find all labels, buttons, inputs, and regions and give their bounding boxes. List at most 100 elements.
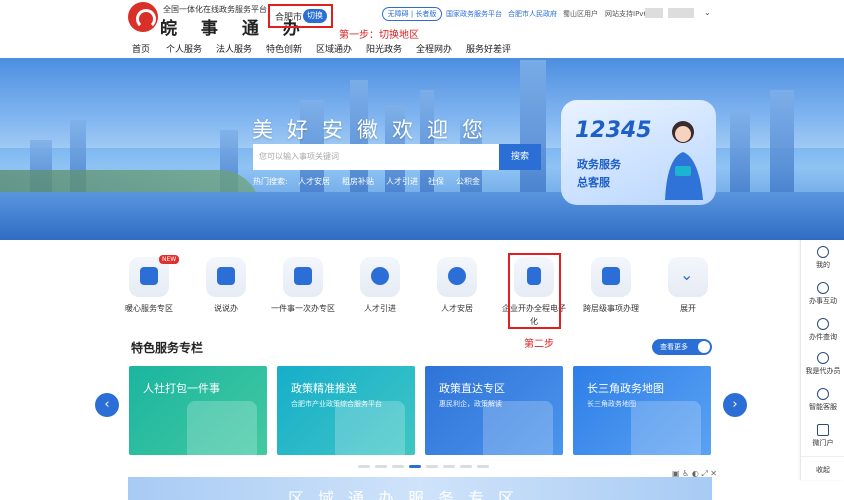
sidebar-label: 办件查询 <box>809 333 837 341</box>
monitor-icon <box>817 424 829 436</box>
service-label[interactable]: 跨层级事项办理 <box>576 302 646 315</box>
city-switch-button[interactable]: 切换 <box>303 9 327 23</box>
feature-card-title: 政策精准推送 <box>291 382 357 395</box>
right-sidebar: 我的 办事互动 办件查询 我是代办员 智能客服 微门户 收起 <box>800 240 844 480</box>
carousel-next-icon[interactable]: › <box>723 393 747 417</box>
carousel-dot[interactable] <box>392 465 404 468</box>
hot-search-word[interactable]: 人才安居 <box>298 176 330 187</box>
feature-card[interactable]: 人社打包一件事 <box>129 366 267 455</box>
query-icon <box>817 318 829 330</box>
nav-corporate[interactable]: 法人服务 <box>216 42 252 55</box>
nav-personal[interactable]: 个人服务 <box>166 42 202 55</box>
service-housing[interactable] <box>437 257 481 301</box>
feature-card[interactable]: 政策直达专区 惠民利企，政策解读 <box>425 366 563 455</box>
sidebar-label: 智能客服 <box>809 403 837 411</box>
ipv6-note: 网站支持IPv6 <box>605 10 648 18</box>
sidebar-item-mine[interactable]: 我的 <box>801 242 844 276</box>
chevron-down-icon[interactable]: ⌄ <box>704 8 711 17</box>
nav-innovation[interactable]: 特色创新 <box>266 42 302 55</box>
skyline-building <box>520 60 546 200</box>
speak-icon <box>206 257 246 297</box>
sidebar-label: 我是代办员 <box>805 367 841 375</box>
agent-icon <box>817 352 829 364</box>
search-input[interactable]: 您可以输入事项关键词 <box>253 144 499 170</box>
user-info-masked <box>645 8 663 18</box>
person-desk-icon <box>483 401 553 455</box>
carousel-dot[interactable] <box>477 465 489 468</box>
nav-rating[interactable]: 服务好差评 <box>466 42 511 55</box>
user-icon <box>817 246 829 258</box>
feature-card[interactable]: 长三角政务地图 长三角政务地图 <box>573 366 711 455</box>
carousel-dot[interactable] <box>443 465 455 468</box>
logo-icon[interactable] <box>128 2 158 32</box>
carousel-dot[interactable] <box>358 465 370 468</box>
one-thing-icon <box>283 257 323 297</box>
carousel-dot[interactable] <box>460 465 472 468</box>
carousel-dot[interactable] <box>375 465 387 468</box>
user-district[interactable]: 蜀山区用户 <box>563 9 598 19</box>
nav-online[interactable]: 全程网办 <box>416 42 452 55</box>
service-label[interactable]: 一件事一次办专区 <box>268 302 338 315</box>
service-label[interactable]: 人才安居 <box>422 302 492 315</box>
service-label[interactable]: 展开 <box>653 302 723 315</box>
sidebar-label: 我的 <box>816 261 830 269</box>
hotline-label-2: 总客服 <box>577 176 610 189</box>
nav-regional[interactable]: 区域通办 <box>316 42 352 55</box>
feature-card-title: 政策直达专区 <box>439 382 505 395</box>
carousel-dot[interactable] <box>409 465 421 468</box>
hot-search-word[interactable]: 公积金 <box>456 176 480 187</box>
step1-annotation: 第一步：切换地区 <box>339 30 419 41</box>
feature-card[interactable]: 政策精准推送 合肥市产业政策综合服务平台 <box>277 366 415 455</box>
service-label[interactable]: 说说办 <box>191 302 261 315</box>
service-one-thing[interactable] <box>283 257 327 301</box>
feature-card-sub: 长三角政务地图 <box>587 400 636 408</box>
sidebar-item-micro-portal[interactable]: 微门户 <box>801 420 844 454</box>
service-label[interactable]: 暖心服务专区 <box>114 302 184 315</box>
nav-home[interactable]: 首页 <box>132 42 150 55</box>
sidebar-item-interact[interactable]: 办事互动 <box>801 278 844 312</box>
service-talent[interactable] <box>360 257 404 301</box>
service-expand[interactable]: ⌄ <box>668 257 712 301</box>
city-selector[interactable]: 合肥市 切换 <box>268 4 333 28</box>
feature-card-title: 人社打包一件事 <box>143 382 220 395</box>
carousel-prev-icon[interactable]: ‹ <box>95 393 119 417</box>
search-button[interactable]: 搜索 <box>499 144 541 170</box>
hotline-12345-card[interactable]: 12345 政务服务 总客服 <box>561 100 716 205</box>
customer-service-agent-icon <box>665 121 703 200</box>
housing-bulb-icon <box>437 257 477 297</box>
hot-search-word[interactable]: 租房补贴 <box>342 176 374 187</box>
sidebar-item-query[interactable]: 办件查询 <box>801 314 844 348</box>
header: 全国一体化在线政务服务平台 皖 事 通 办 合肥市 切换 第一步：切换地区 无障… <box>0 0 844 41</box>
hot-search-word[interactable]: 社保 <box>428 176 444 187</box>
sidebar-item-agent[interactable]: 我是代办员 <box>801 348 844 382</box>
step2-highlight <box>508 253 561 329</box>
feature-card-title: 长三角政务地图 <box>587 382 664 395</box>
map-building-icon <box>631 401 701 455</box>
sidebar-label: 收起 <box>816 466 830 474</box>
regional-banner[interactable]: 区域通办服务专区 <box>128 477 712 500</box>
link-national-platform[interactable]: 国家政务服务平台 <box>446 9 502 19</box>
nav-sunshine[interactable]: 阳光政务 <box>366 42 402 55</box>
city-name: 合肥市 <box>275 13 303 23</box>
sidebar-label: 办事互动 <box>809 297 837 305</box>
skyline-building <box>770 90 794 200</box>
page: 全国一体化在线政务服务平台 皖 事 通 办 合肥市 切换 第一步：切换地区 无障… <box>0 0 844 500</box>
accessibility-toggle[interactable]: 无障碍 | 长者版 <box>382 7 442 21</box>
hero-title: 美好安徽欢迎您 <box>252 118 497 142</box>
link-hefei-government[interactable]: 合肥市人民政府 <box>508 9 557 19</box>
sidebar-collapse[interactable]: 收起 <box>801 456 844 490</box>
hot-search-word[interactable]: 人才引进 <box>386 176 418 187</box>
section-title: 特色服务专栏 <box>131 341 204 355</box>
hotline-number: 12345 <box>575 118 652 143</box>
sidebar-item-ai-service[interactable]: 智能客服 <box>801 384 844 418</box>
interact-icon <box>817 282 829 294</box>
service-heart[interactable]: NEW <box>129 255 180 301</box>
carousel-dot[interactable] <box>426 465 438 468</box>
service-label[interactable]: 人才引进 <box>345 302 415 315</box>
service-cross-level[interactable] <box>591 257 635 301</box>
user-name-masked[interactable] <box>668 8 694 18</box>
cross-level-icon <box>591 257 631 297</box>
main-nav: 首页 个人服务 法人服务 特色创新 区域通办 阳光政务 全程网办 服务好差评 <box>0 40 844 58</box>
service-speak[interactable] <box>206 257 250 301</box>
view-more-button[interactable]: 查看更多 <box>652 339 712 355</box>
